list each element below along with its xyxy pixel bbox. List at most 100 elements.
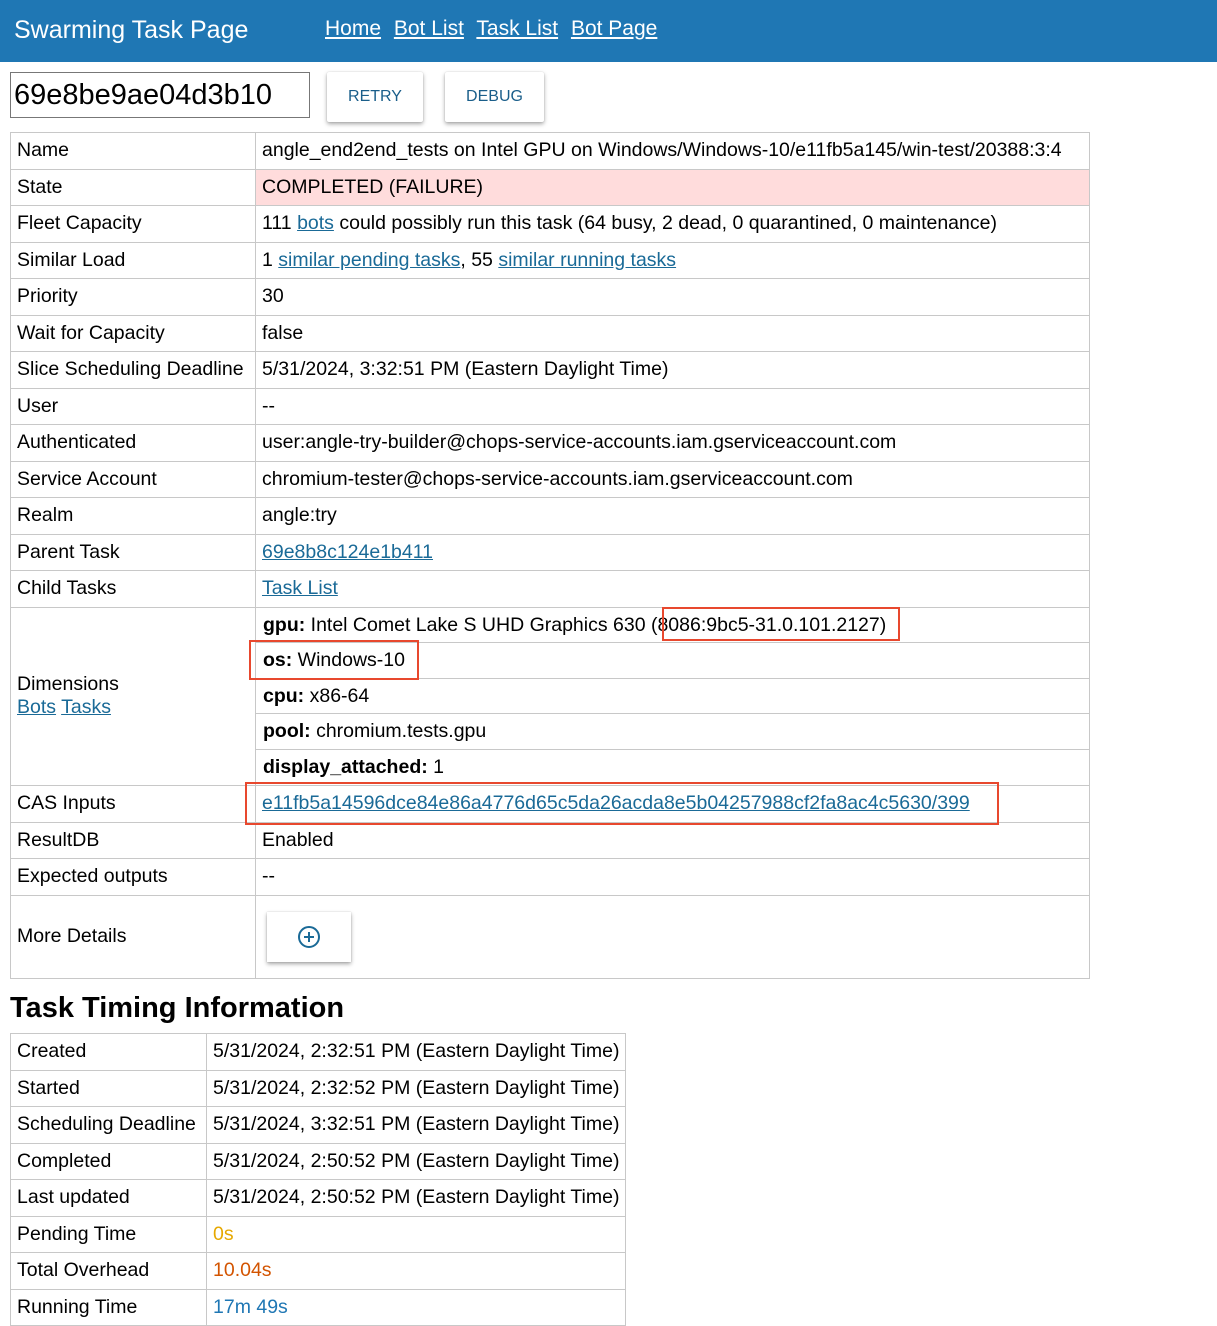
similar-load-label: Similar Load [10, 241, 256, 279]
table-row: Pending Time 0s [10, 1215, 627, 1253]
task-timing-table: Created 5/31/2024, 2:32:51 PM (Eastern Da… [10, 1033, 627, 1326]
table-row: Running Time 17m 49s [10, 1288, 627, 1326]
state-value: COMPLETED (FAILURE) [255, 168, 1090, 206]
retry-button[interactable]: RETRY [327, 72, 423, 122]
fleet-rest: could possibly run this task (64 busy, 2… [339, 212, 997, 235]
timing-value: 5/31/2024, 2:50:52 PM (Eastern Daylight … [205, 1142, 627, 1180]
timing-label: Total Overhead [10, 1252, 207, 1290]
table-row: Dimensions Bots Tasks gpu: Intel Comet L… [10, 606, 1090, 786]
total-overhead-value: 10.04s [205, 1252, 627, 1290]
fleet-capacity-label: Fleet Capacity [10, 205, 256, 243]
dimensions-label-cell: Dimensions Bots Tasks [10, 606, 256, 786]
timing-label: Running Time [10, 1288, 207, 1326]
parent-task-label: Parent Task [10, 533, 256, 571]
task-id-input[interactable] [10, 72, 310, 118]
dimensions-bots-link[interactable]: Bots [17, 696, 56, 718]
expected-outputs-value: -- [255, 858, 1090, 896]
dimension-value: chromium.tests.gpu [316, 720, 487, 742]
similar-pending-count: 1 [262, 248, 273, 271]
timing-label: Completed [10, 1142, 207, 1180]
cas-inputs-label: CAS Inputs [10, 785, 256, 823]
authenticated-label: Authenticated [10, 424, 256, 462]
table-row: Completed 5/31/2024, 2:50:52 PM (Eastern … [10, 1142, 627, 1180]
table-row: User -- [10, 387, 1090, 425]
timing-value: 5/31/2024, 3:32:51 PM (Eastern Daylight … [205, 1106, 627, 1144]
table-row: More Details [10, 894, 1090, 979]
table-row: State COMPLETED (FAILURE) [10, 168, 1090, 206]
wait-capacity-value: false [255, 314, 1090, 352]
running-time-value: 17m 49s [205, 1288, 627, 1326]
wait-capacity-label: Wait for Capacity [10, 314, 256, 352]
dimensions-tasks-link[interactable]: Tasks [61, 696, 111, 718]
dimension-key: display_attached: [263, 755, 428, 778]
priority-label: Priority [10, 278, 256, 316]
dimension-value: x86-64 [309, 684, 370, 707]
realm-label: Realm [10, 497, 256, 535]
user-value: -- [255, 387, 1090, 425]
debug-button[interactable]: DEBUG [445, 72, 544, 122]
timing-value: 5/31/2024, 2:50:52 PM (Eastern Daylight … [205, 1179, 627, 1217]
dimension-key: pool: [263, 720, 311, 742]
table-row: Name angle_end2end_tests on Intel GPU on… [10, 132, 1090, 170]
highlight-box-cas [245, 782, 999, 825]
more-details-label: More Details [10, 894, 256, 979]
similar-running-count: , 55 [460, 248, 493, 271]
table-row: Realm angle:try [10, 497, 1090, 535]
timing-label: Created [10, 1033, 207, 1071]
user-label: User [10, 387, 256, 425]
resultdb-value: Enabled [255, 821, 1090, 859]
dimension-pool: pool: chromium.tests.gpu [256, 714, 1089, 750]
fleet-count: 111 [262, 212, 292, 235]
dimension-key: cpu: [263, 684, 305, 707]
timing-label: Scheduling Deadline [10, 1106, 207, 1144]
dimension-cpu: cpu: x86-64 [256, 679, 1089, 714]
more-details-cell [255, 894, 1090, 979]
pending-time-value: 0s [205, 1215, 627, 1253]
similar-load-value: 1 similar pending tasks, 55 similar runn… [255, 241, 1090, 279]
authenticated-value: user:angle-try-builder@chops-service-acc… [255, 424, 1090, 462]
table-row: Total Overhead 10.04s [10, 1252, 627, 1290]
task-details-table: Name angle_end2end_tests on Intel GPU on… [10, 132, 1090, 979]
table-row: Wait for Capacity false [10, 314, 1090, 352]
table-row: Started 5/31/2024, 2:32:52 PM (Eastern Da… [10, 1069, 627, 1107]
add-circle-icon [298, 925, 320, 948]
table-row: Last updated 5/31/2024, 2:50:52 PM (Easte… [10, 1179, 627, 1217]
similar-running-link[interactable]: similar running tasks [498, 249, 676, 271]
service-account-value: chromium-tester@chops-service-accounts.i… [255, 460, 1090, 498]
table-row: Authenticated user:angle-try-builder@cho… [10, 424, 1090, 462]
resultdb-label: ResultDB [10, 821, 256, 859]
child-tasks-label: Child Tasks [10, 570, 256, 608]
nav-bot-list-link[interactable]: Bot List [394, 17, 464, 40]
dimension-key: gpu: [263, 613, 306, 636]
timing-title: Task Timing Information [10, 992, 345, 1024]
top-nav: Home Bot List Task List Bot Page [325, 17, 664, 41]
slice-deadline-label: Slice Scheduling Deadline [10, 351, 256, 389]
nav-home-link[interactable]: Home [325, 17, 381, 40]
service-account-label: Service Account [10, 460, 256, 498]
timing-label: Last updated [10, 1179, 207, 1217]
parent-task-link[interactable]: 69e8b8c124e1b411 [262, 541, 433, 563]
fleet-bots-link[interactable]: bots [297, 212, 334, 234]
fleet-capacity-value: 111 bots could possibly run this task (6… [255, 205, 1090, 243]
table-row: ResultDB Enabled [10, 821, 1090, 859]
child-task-list-link[interactable]: Task List [262, 577, 338, 599]
parent-task-value: 69e8b8c124e1b411 [255, 533, 1090, 571]
dimension-value: 1 [433, 755, 445, 778]
similar-pending-link[interactable]: similar pending tasks [278, 249, 460, 271]
table-row: Expected outputs -- [10, 858, 1090, 896]
table-row: Child Tasks Task List [10, 570, 1090, 608]
dimension-display-attached: display_attached: 1 [256, 750, 1089, 786]
table-row: Similar Load 1 similar pending tasks, 55… [10, 241, 1090, 279]
more-details-button[interactable] [267, 911, 351, 962]
table-row: Parent Task 69e8b8c124e1b411 [10, 533, 1090, 571]
highlight-box-os [249, 640, 419, 680]
table-row: Fleet Capacity 111 bots could possibly r… [10, 205, 1090, 243]
table-row: Service Account chromium-tester@chops-se… [10, 460, 1090, 498]
timing-label: Started [10, 1069, 207, 1107]
page-title: Swarming Task Page [14, 16, 249, 44]
priority-value: 30 [255, 278, 1090, 316]
nav-task-list-link[interactable]: Task List [476, 17, 558, 40]
realm-value: angle:try [255, 497, 1090, 535]
timing-value: 5/31/2024, 2:32:51 PM (Eastern Daylight … [205, 1033, 627, 1071]
nav-bot-page-link[interactable]: Bot Page [571, 17, 657, 40]
